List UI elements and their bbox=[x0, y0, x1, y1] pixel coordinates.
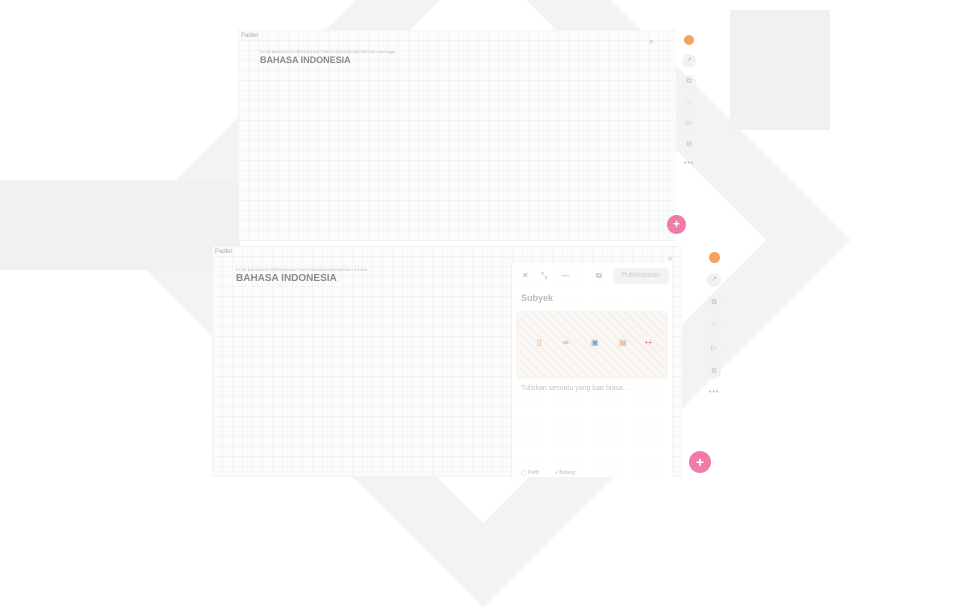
avatar[interactable] bbox=[709, 252, 720, 263]
padlet-board-top: Padlet ELITA BAHASA DI PERGURUAN TINGGI … bbox=[238, 30, 676, 242]
add-post-button[interactable]: + bbox=[667, 215, 686, 234]
publish-button[interactable]: Publikasikan bbox=[613, 268, 669, 284]
app-name: Padlet bbox=[241, 33, 259, 39]
breadcrumb: ELITA BAHASA DI PERGURUAN TINGGI BAHASA … bbox=[236, 267, 368, 272]
slideshow-icon[interactable]: ▷ bbox=[707, 342, 721, 356]
upload-icon[interactable]: ▯ bbox=[537, 338, 541, 347]
bell-icon[interactable]: ♢ bbox=[682, 96, 696, 110]
background-shape bbox=[0, 180, 240, 270]
add-post-button[interactable]: + bbox=[689, 451, 711, 473]
body-input[interactable]: Tuliskan sesuatu yang luar biasa... bbox=[521, 385, 629, 392]
drafts-icon[interactable]: ⧉ bbox=[596, 271, 602, 281]
post-composer: ✕ ⤡ — ⧉ Publikasikan Subyek ▯ ∞ ▣ ▤ •+ T… bbox=[511, 263, 672, 477]
minimize-icon[interactable]: — bbox=[561, 271, 569, 280]
more-icon[interactable]: ••• bbox=[684, 160, 694, 167]
more-attachments-icon[interactable]: •+ bbox=[645, 338, 652, 347]
close-icon[interactable]: ✕ bbox=[522, 271, 529, 280]
settings-icon[interactable]: ⚙ bbox=[707, 365, 721, 379]
board-title: BAHASA INDONESIA bbox=[236, 273, 337, 284]
bell-icon[interactable]: ♢ bbox=[707, 319, 721, 333]
breadcrumb: ELITA BAHASA DI PERGURUAN TINGGI BAHASA … bbox=[260, 49, 396, 54]
share-icon[interactable]: ↗ bbox=[682, 54, 696, 68]
image-search-icon[interactable]: ▤ bbox=[619, 338, 627, 347]
attachment-area: ▯ ∞ ▣ ▤ •+ bbox=[516, 311, 668, 379]
camera-icon[interactable]: ▣ bbox=[591, 338, 599, 347]
search-icon[interactable]: ⌕ bbox=[649, 37, 653, 47]
remake-icon[interactable]: ⧉ bbox=[682, 75, 696, 89]
share-icon[interactable]: ↗ bbox=[707, 273, 721, 287]
link-icon[interactable]: ∞ bbox=[563, 338, 569, 347]
expand-icon[interactable]: ⤡ bbox=[541, 271, 547, 281]
slideshow-icon[interactable]: ▷ bbox=[682, 117, 696, 131]
more-icon[interactable]: ••• bbox=[709, 389, 719, 396]
remake-icon[interactable]: ⧉ bbox=[707, 296, 721, 310]
avatar[interactable] bbox=[684, 35, 694, 45]
add-field-button[interactable]: + Bidang bbox=[555, 470, 575, 476]
subject-input[interactable]: Subyek bbox=[521, 293, 553, 303]
app-name: Padlet bbox=[215, 249, 233, 255]
board-title: BAHASA INDONESIA bbox=[260, 55, 351, 65]
background-shape bbox=[730, 10, 830, 130]
settings-icon[interactable]: ⚙ bbox=[682, 138, 696, 152]
color-picker[interactable]: ◯ Putih bbox=[521, 470, 539, 476]
